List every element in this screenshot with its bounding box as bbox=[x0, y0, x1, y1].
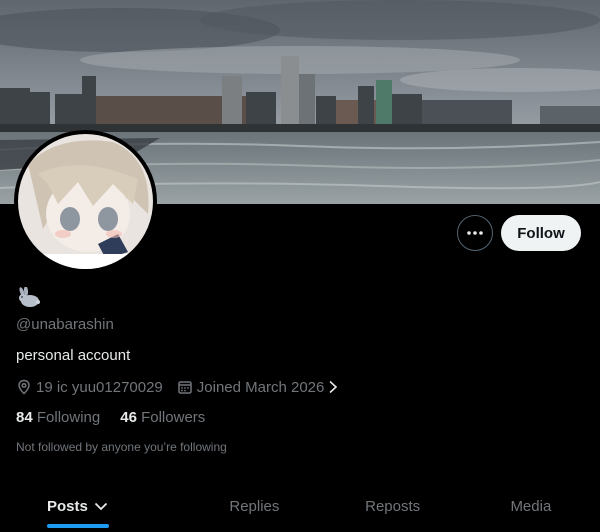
more-options-button[interactable] bbox=[457, 215, 493, 251]
tab-reposts-label: Reposts bbox=[365, 497, 421, 515]
rabbit-icon bbox=[19, 287, 40, 307]
profile-meta: 19 ic yuu01270029 Joined March 2026 bbox=[16, 377, 356, 397]
joined-text: Joined March 2026 bbox=[196, 378, 325, 396]
calendar-icon bbox=[177, 379, 193, 395]
profile-bio: personal account bbox=[16, 347, 131, 364]
location-item: 19 ic yuu01270029 bbox=[16, 379, 163, 396]
profile-handle: @unabarashin bbox=[16, 316, 114, 333]
location-pin-icon bbox=[16, 379, 32, 395]
followers-count: 46 bbox=[120, 409, 137, 426]
chevron-right-icon bbox=[328, 380, 338, 394]
location-text: 19 ic yuu01270029 bbox=[36, 378, 163, 396]
followers-label: Followers bbox=[141, 409, 206, 426]
joined-item[interactable]: Joined March 2026 bbox=[177, 379, 343, 396]
tab-reposts[interactable]: Reposts bbox=[324, 480, 462, 532]
not-followed-note: Not followed by anyone you’re following bbox=[16, 440, 227, 454]
more-dots-icon bbox=[467, 231, 483, 235]
follow-button[interactable]: Follow bbox=[501, 215, 581, 251]
follow-counts: 84 Following 46 Followers bbox=[16, 409, 225, 426]
profile-avatar[interactable] bbox=[14, 130, 157, 273]
tab-replies[interactable]: Replies bbox=[185, 480, 323, 532]
followers-count-link[interactable]: 46 Followers bbox=[120, 409, 205, 426]
tab-media-label: Media bbox=[510, 497, 552, 515]
following-label: Following bbox=[36, 409, 101, 426]
profile-tabs: Posts Replies Reposts Media bbox=[0, 480, 600, 532]
tab-media[interactable]: Media bbox=[462, 480, 600, 532]
tab-posts-label: Posts bbox=[47, 497, 88, 515]
tab-posts[interactable]: Posts bbox=[0, 480, 185, 532]
following-count: 84 bbox=[16, 409, 33, 426]
tab-replies-label: Replies bbox=[229, 497, 280, 515]
chevron-down-icon bbox=[94, 501, 108, 511]
active-tab-indicator bbox=[47, 524, 109, 528]
display-name bbox=[16, 286, 42, 310]
following-count-link[interactable]: 84 Following bbox=[16, 409, 100, 426]
